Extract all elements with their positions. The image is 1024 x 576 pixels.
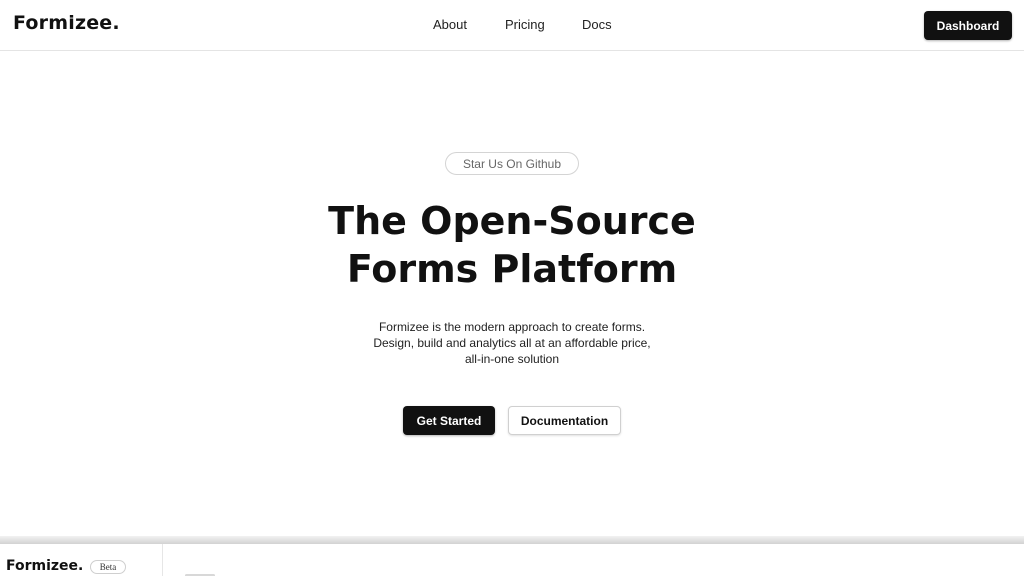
hero-title: The Open-Source Forms Platform — [212, 197, 812, 293]
hero-desc-line-1: Formizee is the modern approach to creat… — [378, 320, 646, 334]
preview-brand-logo: Formizee. — [6, 558, 84, 574]
hero-description: Formizee is the modern approach to creat… — [312, 319, 712, 367]
hero-title-line-1: The Open-Source — [328, 199, 696, 243]
main-nav: About Pricing Docs — [0, 17, 1024, 35]
hero-desc-line-3: all-in-one solution — [464, 352, 560, 366]
beta-badge: Beta — [90, 560, 126, 574]
nav-link-pricing[interactable]: Pricing — [505, 17, 545, 32]
dashboard-button[interactable]: Dashboard — [924, 11, 1012, 40]
preview-sidebar: Formizee. Beta — [0, 544, 163, 576]
app-preview: Formizee. Beta — [0, 544, 1024, 576]
hero-section: Star Us On Github The Open-Source Forms … — [0, 51, 1024, 536]
preview-divider — [0, 536, 1024, 544]
hero-desc-line-2: Design, build and analytics all at an af… — [373, 336, 651, 350]
nav-link-about[interactable]: About — [433, 17, 467, 32]
documentation-button[interactable]: Documentation — [508, 406, 621, 435]
top-navbar: Formizee. About Pricing Docs Dashboard — [0, 0, 1024, 51]
get-started-button[interactable]: Get Started — [403, 406, 495, 435]
star-github-pill[interactable]: Star Us On Github — [445, 152, 579, 175]
hero-title-line-2: Forms Platform — [346, 247, 678, 291]
nav-link-docs[interactable]: Docs — [582, 17, 612, 32]
